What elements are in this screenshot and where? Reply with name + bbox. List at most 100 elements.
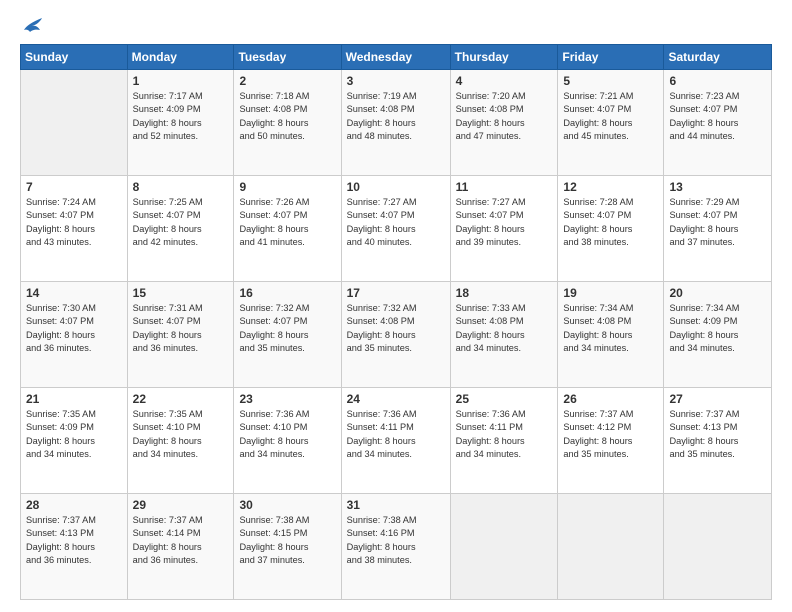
- day-number: 20: [669, 286, 766, 300]
- day-number: 17: [347, 286, 445, 300]
- day-number: 19: [563, 286, 658, 300]
- calendar-body: 1 Sunrise: 7:17 AM Sunset: 4:09 PM Daylig…: [21, 70, 772, 600]
- day-number: 7: [26, 180, 122, 194]
- day-number: 10: [347, 180, 445, 194]
- day-info: Sunrise: 7:35 AM Sunset: 4:09 PM Dayligh…: [26, 408, 122, 461]
- day-cell: 1 Sunrise: 7:17 AM Sunset: 4:09 PM Daylig…: [127, 70, 234, 176]
- header: [20, 16, 772, 34]
- day-cell: 11 Sunrise: 7:27 AM Sunset: 4:07 PM Dayli…: [450, 176, 558, 282]
- day-header-saturday: Saturday: [664, 45, 772, 70]
- day-info: Sunrise: 7:33 AM Sunset: 4:08 PM Dayligh…: [456, 302, 553, 355]
- day-cell: [21, 70, 128, 176]
- day-info: Sunrise: 7:35 AM Sunset: 4:10 PM Dayligh…: [133, 408, 229, 461]
- day-number: 9: [239, 180, 335, 194]
- day-cell: 28 Sunrise: 7:37 AM Sunset: 4:13 PM Dayli…: [21, 494, 128, 600]
- day-info: Sunrise: 7:37 AM Sunset: 4:12 PM Dayligh…: [563, 408, 658, 461]
- day-number: 14: [26, 286, 122, 300]
- day-info: Sunrise: 7:23 AM Sunset: 4:07 PM Dayligh…: [669, 90, 766, 143]
- day-info: Sunrise: 7:27 AM Sunset: 4:07 PM Dayligh…: [347, 196, 445, 249]
- day-number: 22: [133, 392, 229, 406]
- week-row-1: 1 Sunrise: 7:17 AM Sunset: 4:09 PM Daylig…: [21, 70, 772, 176]
- day-cell: 22 Sunrise: 7:35 AM Sunset: 4:10 PM Dayli…: [127, 388, 234, 494]
- day-info: Sunrise: 7:29 AM Sunset: 4:07 PM Dayligh…: [669, 196, 766, 249]
- day-header-monday: Monday: [127, 45, 234, 70]
- day-info: Sunrise: 7:18 AM Sunset: 4:08 PM Dayligh…: [239, 90, 335, 143]
- day-number: 11: [456, 180, 553, 194]
- day-header-wednesday: Wednesday: [341, 45, 450, 70]
- day-info: Sunrise: 7:38 AM Sunset: 4:16 PM Dayligh…: [347, 514, 445, 567]
- day-info: Sunrise: 7:20 AM Sunset: 4:08 PM Dayligh…: [456, 90, 553, 143]
- day-cell: 12Sunrise: 7:28 AM Sunset: 4:07 PM Dayli…: [558, 176, 664, 282]
- day-info: Sunrise: 7:21 AM Sunset: 4:07 PM Dayligh…: [563, 90, 658, 143]
- day-cell: 29Sunrise: 7:37 AM Sunset: 4:14 PM Dayli…: [127, 494, 234, 600]
- day-cell: 3 Sunrise: 7:19 AM Sunset: 4:08 PM Daylig…: [341, 70, 450, 176]
- day-info: Sunrise: 7:38 AM Sunset: 4:15 PM Dayligh…: [239, 514, 335, 567]
- day-info: Sunrise: 7:37 AM Sunset: 4:13 PM Dayligh…: [669, 408, 766, 461]
- day-number: 28: [26, 498, 122, 512]
- day-number: 31: [347, 498, 445, 512]
- day-info: Sunrise: 7:19 AM Sunset: 4:08 PM Dayligh…: [347, 90, 445, 143]
- day-cell: 5 Sunrise: 7:21 AM Sunset: 4:07 PM Daylig…: [558, 70, 664, 176]
- day-number: 29: [133, 498, 229, 512]
- day-info: Sunrise: 7:28 AM Sunset: 4:07 PM Dayligh…: [563, 196, 658, 249]
- day-cell: 8 Sunrise: 7:25 AM Sunset: 4:07 PM Daylig…: [127, 176, 234, 282]
- day-cell: 27 Sunrise: 7:37 AM Sunset: 4:13 PM Dayli…: [664, 388, 772, 494]
- day-cell: 16 Sunrise: 7:32 AM Sunset: 4:07 PM Dayli…: [234, 282, 341, 388]
- day-number: 26: [563, 392, 658, 406]
- header-row: SundayMondayTuesdayWednesdayThursdayFrid…: [21, 45, 772, 70]
- day-number: 8: [133, 180, 229, 194]
- calendar-table: SundayMondayTuesdayWednesdayThursdayFrid…: [20, 44, 772, 600]
- day-cell: [558, 494, 664, 600]
- day-header-thursday: Thursday: [450, 45, 558, 70]
- day-number: 25: [456, 392, 553, 406]
- day-info: Sunrise: 7:36 AM Sunset: 4:11 PM Dayligh…: [347, 408, 445, 461]
- day-info: Sunrise: 7:17 AM Sunset: 4:09 PM Dayligh…: [133, 90, 229, 143]
- day-cell: 18 Sunrise: 7:33 AM Sunset: 4:08 PM Dayli…: [450, 282, 558, 388]
- day-info: Sunrise: 7:31 AM Sunset: 4:07 PM Dayligh…: [133, 302, 229, 355]
- day-number: 24: [347, 392, 445, 406]
- day-info: Sunrise: 7:34 AM Sunset: 4:09 PM Dayligh…: [669, 302, 766, 355]
- week-row-5: 28 Sunrise: 7:37 AM Sunset: 4:13 PM Dayli…: [21, 494, 772, 600]
- day-cell: 23 Sunrise: 7:36 AM Sunset: 4:10 PM Dayli…: [234, 388, 341, 494]
- day-number: 30: [239, 498, 335, 512]
- week-row-2: 7 Sunrise: 7:24 AM Sunset: 4:07 PM Daylig…: [21, 176, 772, 282]
- day-info: Sunrise: 7:37 AM Sunset: 4:13 PM Dayligh…: [26, 514, 122, 567]
- day-number: 27: [669, 392, 766, 406]
- day-cell: 19Sunrise: 7:34 AM Sunset: 4:08 PM Dayli…: [558, 282, 664, 388]
- day-cell: 24 Sunrise: 7:36 AM Sunset: 4:11 PM Dayli…: [341, 388, 450, 494]
- day-info: Sunrise: 7:32 AM Sunset: 4:07 PM Dayligh…: [239, 302, 335, 355]
- week-row-3: 14Sunrise: 7:30 AM Sunset: 4:07 PM Dayli…: [21, 282, 772, 388]
- day-header-tuesday: Tuesday: [234, 45, 341, 70]
- day-info: Sunrise: 7:27 AM Sunset: 4:07 PM Dayligh…: [456, 196, 553, 249]
- day-cell: 26 Sunrise: 7:37 AM Sunset: 4:12 PM Dayli…: [558, 388, 664, 494]
- day-info: Sunrise: 7:24 AM Sunset: 4:07 PM Dayligh…: [26, 196, 122, 249]
- day-cell: [664, 494, 772, 600]
- calendar-header: SundayMondayTuesdayWednesdayThursdayFrid…: [21, 45, 772, 70]
- day-number: 23: [239, 392, 335, 406]
- day-number: 5: [563, 74, 658, 88]
- day-number: 3: [347, 74, 445, 88]
- day-number: 6: [669, 74, 766, 88]
- day-cell: 30 Sunrise: 7:38 AM Sunset: 4:15 PM Dayli…: [234, 494, 341, 600]
- week-row-4: 21Sunrise: 7:35 AM Sunset: 4:09 PM Dayli…: [21, 388, 772, 494]
- day-cell: 13Sunrise: 7:29 AM Sunset: 4:07 PM Dayli…: [664, 176, 772, 282]
- day-info: Sunrise: 7:32 AM Sunset: 4:08 PM Dayligh…: [347, 302, 445, 355]
- day-cell: 2Sunrise: 7:18 AM Sunset: 4:08 PM Daylig…: [234, 70, 341, 176]
- day-number: 16: [239, 286, 335, 300]
- logo-bird-icon: [22, 16, 44, 34]
- logo: [20, 16, 44, 34]
- day-number: 1: [133, 74, 229, 88]
- day-header-friday: Friday: [558, 45, 664, 70]
- day-cell: 21Sunrise: 7:35 AM Sunset: 4:09 PM Dayli…: [21, 388, 128, 494]
- day-cell: 6 Sunrise: 7:23 AM Sunset: 4:07 PM Daylig…: [664, 70, 772, 176]
- day-cell: 7 Sunrise: 7:24 AM Sunset: 4:07 PM Daylig…: [21, 176, 128, 282]
- day-number: 18: [456, 286, 553, 300]
- day-info: Sunrise: 7:36 AM Sunset: 4:10 PM Dayligh…: [239, 408, 335, 461]
- day-number: 15: [133, 286, 229, 300]
- day-cell: 14Sunrise: 7:30 AM Sunset: 4:07 PM Dayli…: [21, 282, 128, 388]
- day-info: Sunrise: 7:25 AM Sunset: 4:07 PM Dayligh…: [133, 196, 229, 249]
- day-cell: 4Sunrise: 7:20 AM Sunset: 4:08 PM Daylig…: [450, 70, 558, 176]
- day-cell: 20 Sunrise: 7:34 AM Sunset: 4:09 PM Dayli…: [664, 282, 772, 388]
- day-header-sunday: Sunday: [21, 45, 128, 70]
- day-cell: 9Sunrise: 7:26 AM Sunset: 4:07 PM Daylig…: [234, 176, 341, 282]
